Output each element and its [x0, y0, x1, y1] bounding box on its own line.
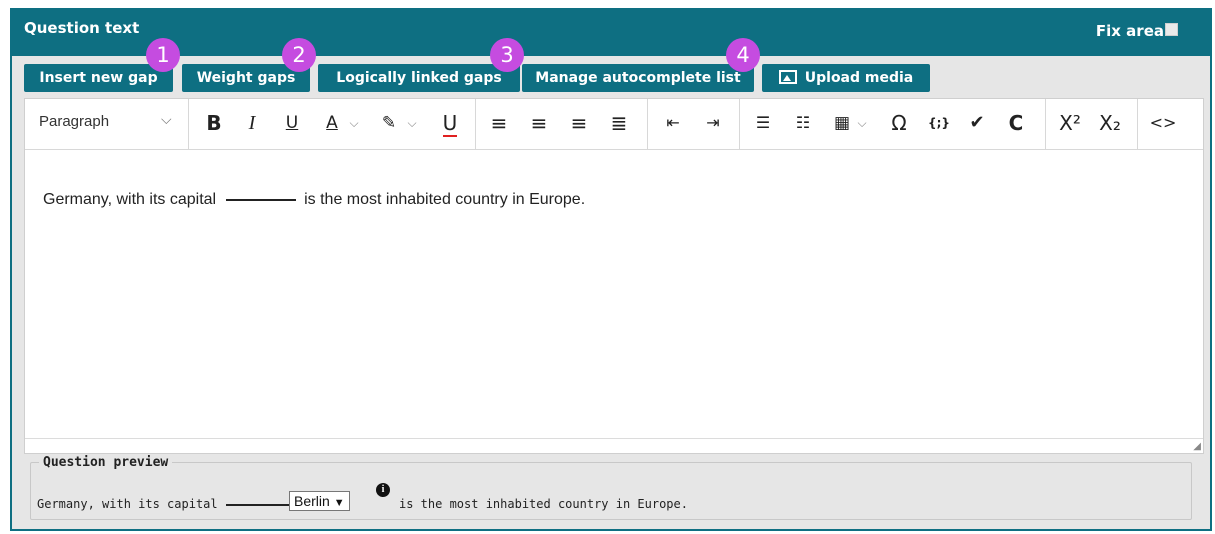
preview-before-gap: Germany, with its capital [37, 497, 218, 511]
highlight-pen-icon[interactable]: ✎ [377, 111, 401, 135]
upload-media-label: Upload media [804, 70, 914, 86]
editor-text-after-gap: is the most inhabited country in Europe. [304, 191, 586, 208]
gap-answer-select[interactable]: Berlin ▼ [289, 491, 350, 511]
info-icon[interactable]: i [376, 483, 390, 497]
font-color-button[interactable]: A [321, 111, 343, 135]
manage-autocomplete-list-button[interactable]: Manage autocomplete list [522, 64, 754, 92]
toolbar-divider [188, 99, 189, 149]
toolbar-divider [475, 99, 476, 149]
subscript-button[interactable]: X₂ [1095, 111, 1125, 135]
resize-handle-icon[interactable]: ◢ [1193, 441, 1201, 452]
callout-badge-2: 2 [282, 38, 316, 72]
bullet-list-icon[interactable]: ☰ [751, 111, 775, 135]
image-icon [778, 70, 797, 84]
chevron-down-icon[interactable]: ⌵ [855, 111, 869, 135]
editor-content[interactable]: Germany, with its capital is the most inh… [43, 191, 585, 209]
dropdown-arrow-icon: ▼ [333, 497, 345, 509]
toolbar-divider [739, 99, 740, 149]
fix-area-checkbox[interactable] [1165, 23, 1178, 36]
code-braces-button[interactable]: {;} [925, 111, 953, 135]
insert-new-gap-button[interactable]: Insert new gap [24, 64, 173, 92]
align-center-icon[interactable]: ≡ [527, 111, 551, 135]
chevron-down-icon[interactable]: ⌵ [405, 111, 419, 135]
source-code-button[interactable]: <> [1149, 111, 1177, 135]
align-right-icon[interactable]: ≡ [567, 111, 591, 135]
preview-text-before: Germany, with its capital [37, 497, 306, 511]
underline-red-icon[interactable]: U [439, 111, 461, 137]
panel-header: Question text Fix area [12, 10, 1210, 56]
gap-answer-value: Berlin [294, 493, 330, 509]
callout-badge-3: 3 [490, 38, 524, 72]
question-preview: Question preview Germany, with its capit… [30, 455, 1192, 520]
c-button[interactable]: C [1005, 111, 1027, 135]
panel-title: Question text [24, 19, 140, 37]
preview-after-gap: is the most inhabited country in Europe. [399, 497, 688, 511]
paragraph-format-select[interactable]: Paragraph [39, 113, 109, 130]
check-button[interactable]: ✔ [965, 111, 989, 135]
chevron-down-icon[interactable]: ⌵ [161, 112, 172, 128]
numbered-list-icon[interactable]: ☷ [791, 111, 815, 135]
bold-button[interactable]: B [203, 111, 225, 135]
special-character-button[interactable]: Ω [887, 111, 911, 135]
question-text-panel: Question text Fix area Insert new gap We… [10, 8, 1212, 531]
rich-text-editor[interactable]: Paragraph ⌵ B I U A ⌵ ✎ ⌵ U ≡ ≡ ≡ ≣ ⇤ ⇥ … [24, 98, 1204, 454]
editor-text-before-gap: Germany, with its capital [43, 191, 217, 208]
align-left-icon[interactable]: ≡ [487, 111, 511, 135]
toolbar-divider [647, 99, 648, 149]
toolbar-divider [1137, 99, 1138, 149]
table-icon[interactable]: ▦ [831, 111, 853, 135]
preview-legend: Question preview [39, 455, 173, 470]
superscript-button[interactable]: X² [1055, 111, 1085, 135]
logically-linked-gaps-button[interactable]: Logically linked gaps [318, 64, 520, 92]
gap-placeholder[interactable] [226, 198, 297, 201]
editor-toolbar: Paragraph ⌵ B I U A ⌵ ✎ ⌵ U ≡ ≡ ≡ ≣ ⇤ ⇥ … [25, 99, 1203, 150]
italic-button[interactable]: I [241, 111, 263, 135]
indent-icon[interactable]: ⇥ [701, 111, 725, 135]
chevron-down-icon[interactable]: ⌵ [347, 111, 361, 135]
toolbar-divider [1045, 99, 1046, 149]
callout-badge-1: 1 [146, 38, 180, 72]
editor-statusbar: ◢ [25, 438, 1203, 453]
fix-area-label: Fix area [1095, 22, 1164, 40]
upload-media-button[interactable]: Upload media [762, 64, 930, 92]
outdent-icon[interactable]: ⇤ [661, 111, 685, 135]
underline-button[interactable]: U [281, 111, 303, 135]
callout-badge-4: 4 [726, 38, 760, 72]
align-justify-icon[interactable]: ≣ [607, 111, 631, 135]
